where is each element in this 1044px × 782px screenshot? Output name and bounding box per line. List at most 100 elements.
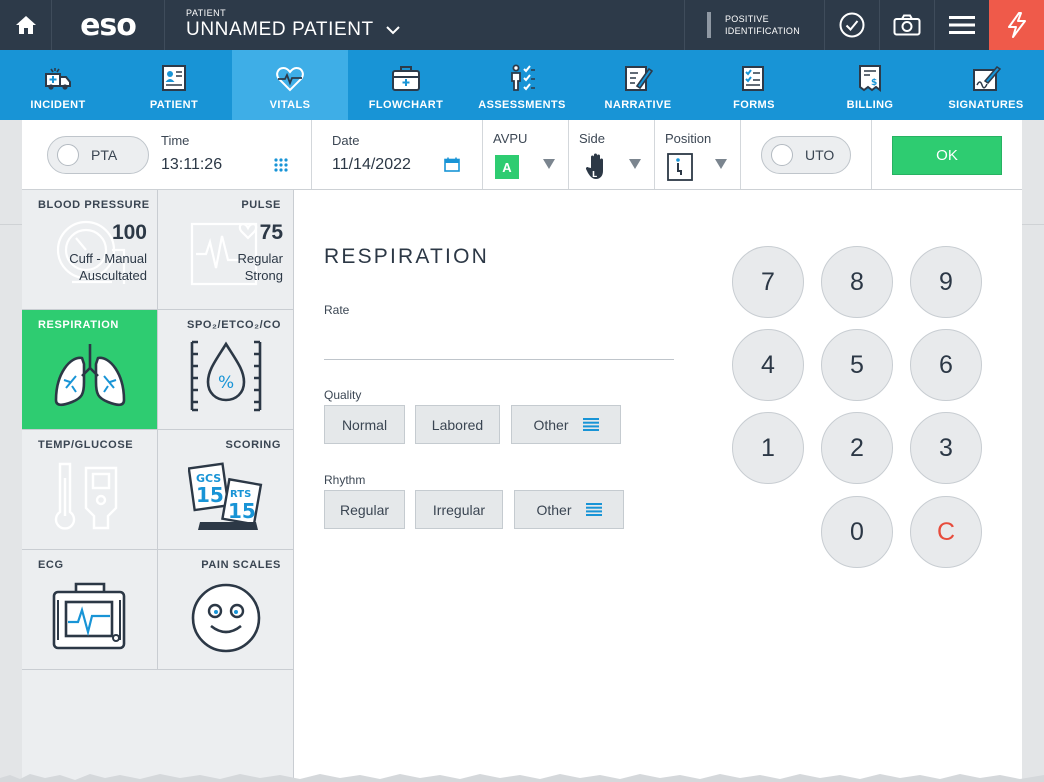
- avpu-value-badge[interactable]: A: [495, 155, 519, 179]
- nav-billing[interactable]: $ BILLING: [812, 50, 928, 120]
- nav-label: BILLING: [846, 99, 894, 111]
- quality-labored-button[interactable]: Labored: [415, 405, 500, 444]
- right-gutter: [1022, 120, 1044, 782]
- nav-label: VITALS: [269, 99, 311, 111]
- patient-label: PATIENT: [186, 8, 227, 18]
- left-gutter: [0, 120, 22, 782]
- keypad-grid-icon[interactable]: [274, 158, 288, 172]
- pulse-regularity: Regular: [237, 251, 283, 266]
- tile-title: PAIN SCALES: [201, 559, 281, 571]
- tile-spo2[interactable]: SPO₂/ETCO₂/CO %: [158, 310, 294, 430]
- uto-toggle[interactable]: UTO: [761, 136, 851, 174]
- bp-method: Cuff - Manual: [69, 251, 147, 266]
- smiley-face-icon: [191, 583, 261, 653]
- ok-button[interactable]: OK: [892, 136, 1002, 175]
- keypad-2[interactable]: 2: [821, 412, 893, 484]
- tile-pain-scales[interactable]: PAIN SCALES: [158, 550, 294, 670]
- pulse-strength: Strong: [244, 268, 283, 283]
- nav-assessments[interactable]: ASSESSMENTS: [464, 50, 580, 120]
- date-value[interactable]: 11/14/2022: [332, 156, 411, 174]
- button-label: Labored: [431, 416, 484, 433]
- vitals-tiles: BLOOD PRESSURE 100 Cuff - Manual Auscult…: [22, 190, 294, 782]
- ecg-monitor-icon: [52, 582, 126, 650]
- vitals-control-bar: PTA Time 13:11:26 Date 11/14/2022 AVPU A…: [22, 120, 1022, 190]
- svg-text:%: %: [218, 373, 234, 393]
- tile-temp-glucose[interactable]: TEMP/GLUCOSE: [22, 430, 158, 550]
- tile-scoring[interactable]: SCORING GCS 15 RTS 15: [158, 430, 294, 550]
- nav-incident[interactable]: INCIDENT: [0, 50, 116, 120]
- page-title: RESPIRATION: [324, 245, 489, 268]
- home-button[interactable]: [0, 0, 52, 50]
- toggle-knob: [57, 144, 79, 166]
- scoring-cards-icon: GCS 15 RTS 15: [188, 462, 263, 530]
- position-standing-icon[interactable]: [667, 153, 693, 181]
- alert-button[interactable]: [989, 0, 1044, 50]
- document-pen-icon: [625, 66, 653, 91]
- bp-method-detail: Auscultated: [79, 268, 147, 283]
- lungs-icon: [54, 344, 126, 407]
- gutter-divider: [1022, 224, 1044, 225]
- keypad-4[interactable]: 4: [732, 329, 804, 401]
- keypad-6[interactable]: 6: [910, 329, 982, 401]
- keypad-0[interactable]: 0: [821, 496, 893, 568]
- torn-edge: [0, 774, 1044, 782]
- tile-title: PULSE: [241, 199, 281, 211]
- tile-respiration[interactable]: RESPIRATION: [22, 310, 158, 430]
- quality-normal-button[interactable]: Normal: [324, 405, 405, 444]
- tile-title: SCORING: [225, 439, 281, 451]
- nav-label: ASSESSMENTS: [478, 99, 566, 111]
- button-label: Regular: [339, 501, 390, 518]
- keypad-1[interactable]: 1: [732, 412, 804, 484]
- keypad-9[interactable]: 9: [910, 246, 982, 318]
- time-value[interactable]: 13:11:26: [161, 156, 222, 174]
- nav-forms[interactable]: FORMS: [696, 50, 812, 120]
- tile-title: BLOOD PRESSURE: [38, 199, 150, 211]
- rhythm-other-button[interactable]: Other: [514, 490, 624, 529]
- nav-label: SIGNATURES: [948, 99, 1024, 111]
- nav-vitals[interactable]: VITALS: [232, 50, 348, 120]
- status-indicator: [707, 12, 711, 38]
- keypad-7[interactable]: 7: [732, 246, 804, 318]
- rate-label: Rate: [324, 303, 350, 317]
- button-label: Normal: [341, 416, 388, 433]
- hand-icon[interactable]: L: [585, 152, 607, 180]
- eso-logo: eso: [52, 0, 165, 50]
- date-label: Date: [332, 133, 360, 148]
- quality-other-button[interactable]: Other: [511, 405, 621, 444]
- patient-selector[interactable]: PATIENT UNNAMED PATIENT: [186, 8, 400, 41]
- rhythm-regular-button[interactable]: Regular: [324, 490, 405, 529]
- nav-narrative[interactable]: NARRATIVE: [580, 50, 696, 120]
- tile-blood-pressure[interactable]: BLOOD PRESSURE 100 Cuff - Manual Auscult…: [22, 190, 158, 310]
- camera-button[interactable]: [880, 0, 935, 50]
- keypad-5[interactable]: 5: [821, 329, 893, 401]
- nav-label: PATIENT: [149, 99, 199, 111]
- avpu-dropdown-caret[interactable]: [543, 159, 555, 169]
- tile-ecg[interactable]: ECG: [22, 550, 158, 670]
- time-label: Time: [161, 133, 190, 148]
- side-dropdown-caret[interactable]: [629, 159, 641, 169]
- positive-identification-button[interactable]: POSITIVE IDENTIFICATION: [684, 0, 825, 50]
- tile-pulse[interactable]: PULSE 75 Regular Strong: [158, 190, 294, 310]
- nav-label: NARRATIVE: [604, 99, 672, 111]
- nav-patient[interactable]: PATIENT: [116, 50, 232, 120]
- keypad-8[interactable]: 8: [821, 246, 893, 318]
- position-label: Position: [665, 131, 712, 146]
- menu-button[interactable]: [935, 0, 989, 50]
- keypad-3[interactable]: 3: [910, 412, 982, 484]
- rhythm-irregular-button[interactable]: Irregular: [415, 490, 503, 529]
- rts-value: 15: [228, 499, 256, 523]
- rate-input[interactable]: [324, 325, 674, 357]
- signature-icon: [973, 66, 1001, 91]
- nav-signatures[interactable]: SIGNATURES: [928, 50, 1044, 120]
- quality-label: Quality: [324, 388, 362, 402]
- nav-flowchart[interactable]: FLOWCHART: [348, 50, 464, 120]
- position-dropdown-caret[interactable]: [715, 159, 727, 169]
- keypad-clear[interactable]: C: [910, 496, 982, 568]
- calendar-icon[interactable]: [444, 157, 460, 172]
- pta-toggle[interactable]: PTA: [47, 136, 149, 174]
- validate-button[interactable]: [825, 0, 880, 50]
- checklist-icon: [742, 66, 764, 91]
- button-label: Other: [533, 416, 569, 433]
- check-circle-icon: [839, 12, 865, 38]
- patient-card-icon: [162, 65, 186, 91]
